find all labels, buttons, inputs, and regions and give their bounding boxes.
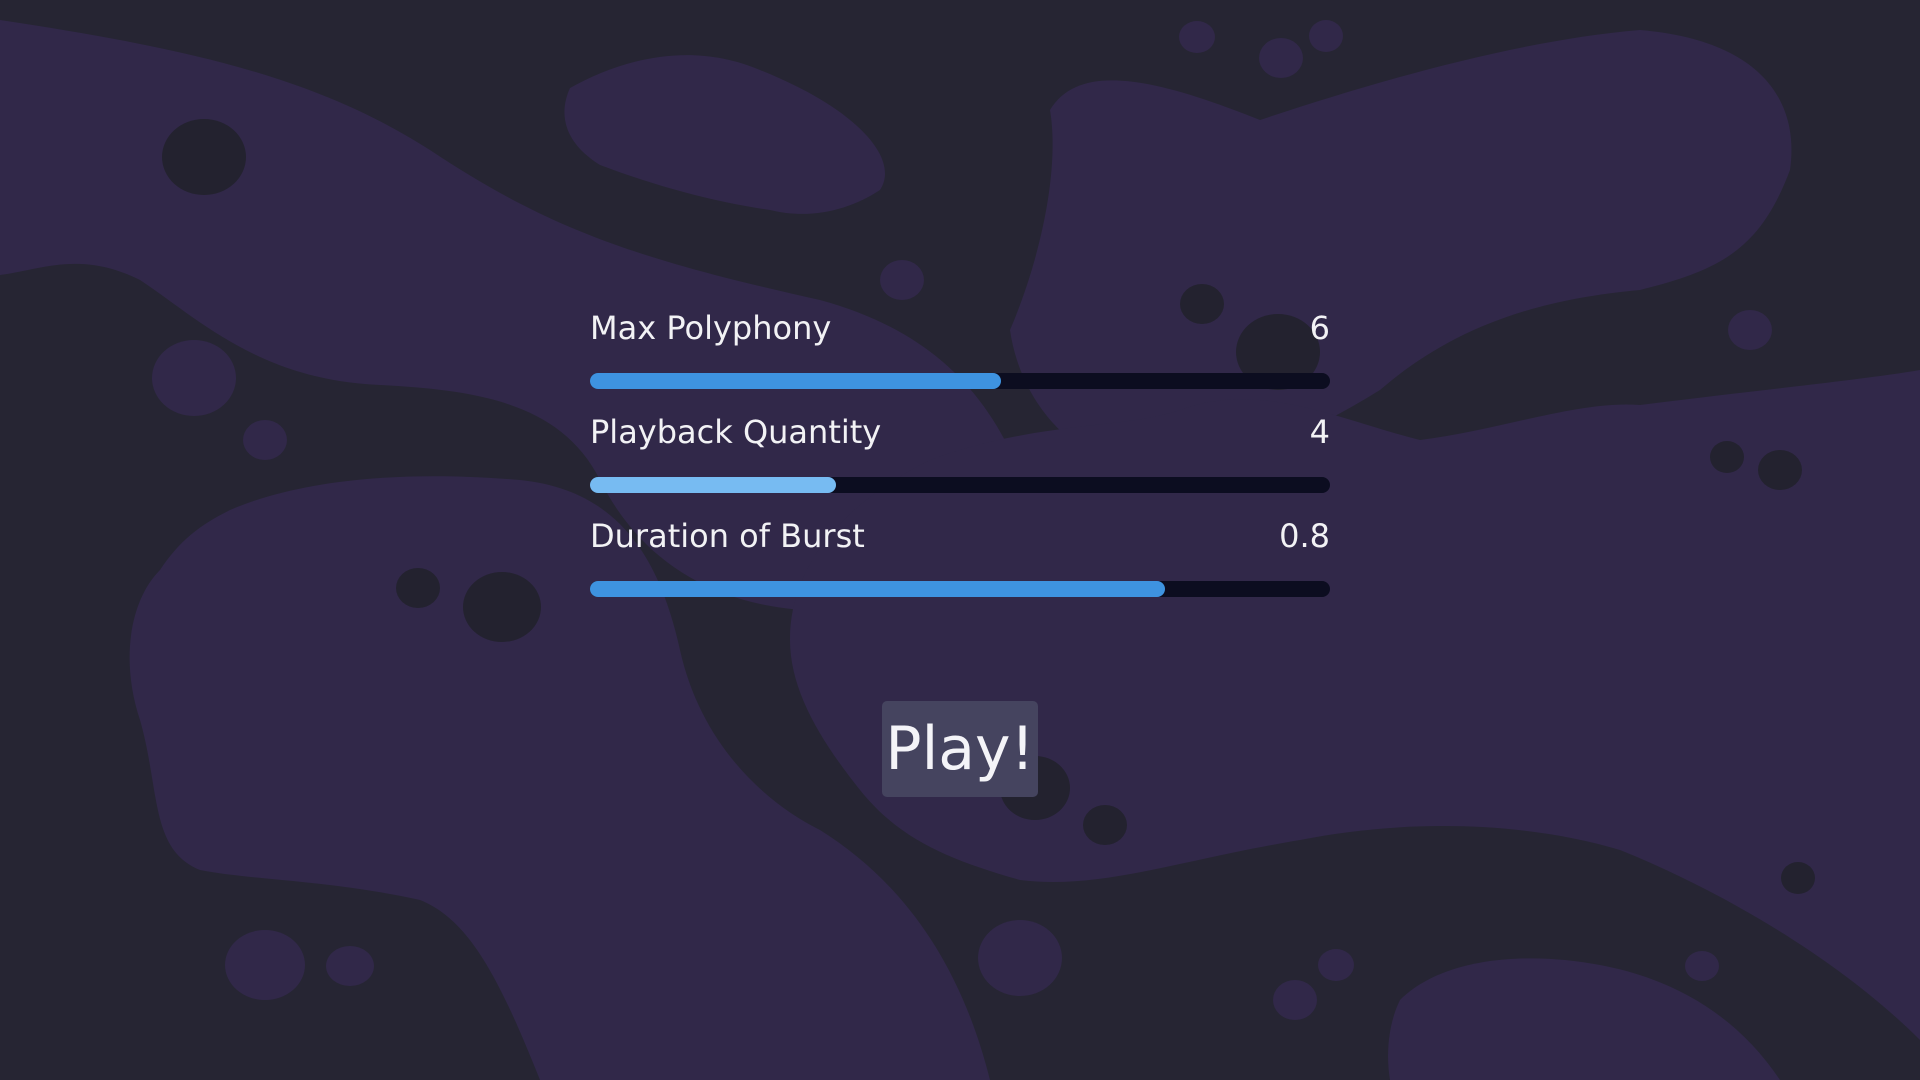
playback-quantity-slider[interactable] bbox=[590, 477, 1330, 493]
slider-row-duration-of-burst: Duration of Burst 0.8 bbox=[590, 513, 1330, 617]
slider-value: 0.8 bbox=[1279, 517, 1330, 555]
slider-fill bbox=[590, 477, 836, 493]
slider-label: Max Polyphony bbox=[590, 309, 832, 347]
duration-of-burst-slider[interactable] bbox=[590, 581, 1330, 597]
settings-screen: Max Polyphony 6 Playback Quantity 4 Dura… bbox=[0, 0, 1920, 1080]
play-button[interactable]: Play! bbox=[882, 701, 1038, 797]
slider-fill bbox=[590, 581, 1165, 597]
slider-fill bbox=[590, 373, 1001, 389]
slider-label: Duration of Burst bbox=[590, 517, 865, 555]
max-polyphony-slider[interactable] bbox=[590, 373, 1330, 389]
settings-panel: Max Polyphony 6 Playback Quantity 4 Dura… bbox=[590, 305, 1330, 617]
slider-label: Playback Quantity bbox=[590, 413, 882, 451]
slider-value: 4 bbox=[1309, 413, 1330, 451]
slider-row-max-polyphony: Max Polyphony 6 bbox=[590, 305, 1330, 409]
slider-value: 6 bbox=[1309, 309, 1330, 347]
slider-row-playback-quantity: Playback Quantity 4 bbox=[590, 409, 1330, 513]
